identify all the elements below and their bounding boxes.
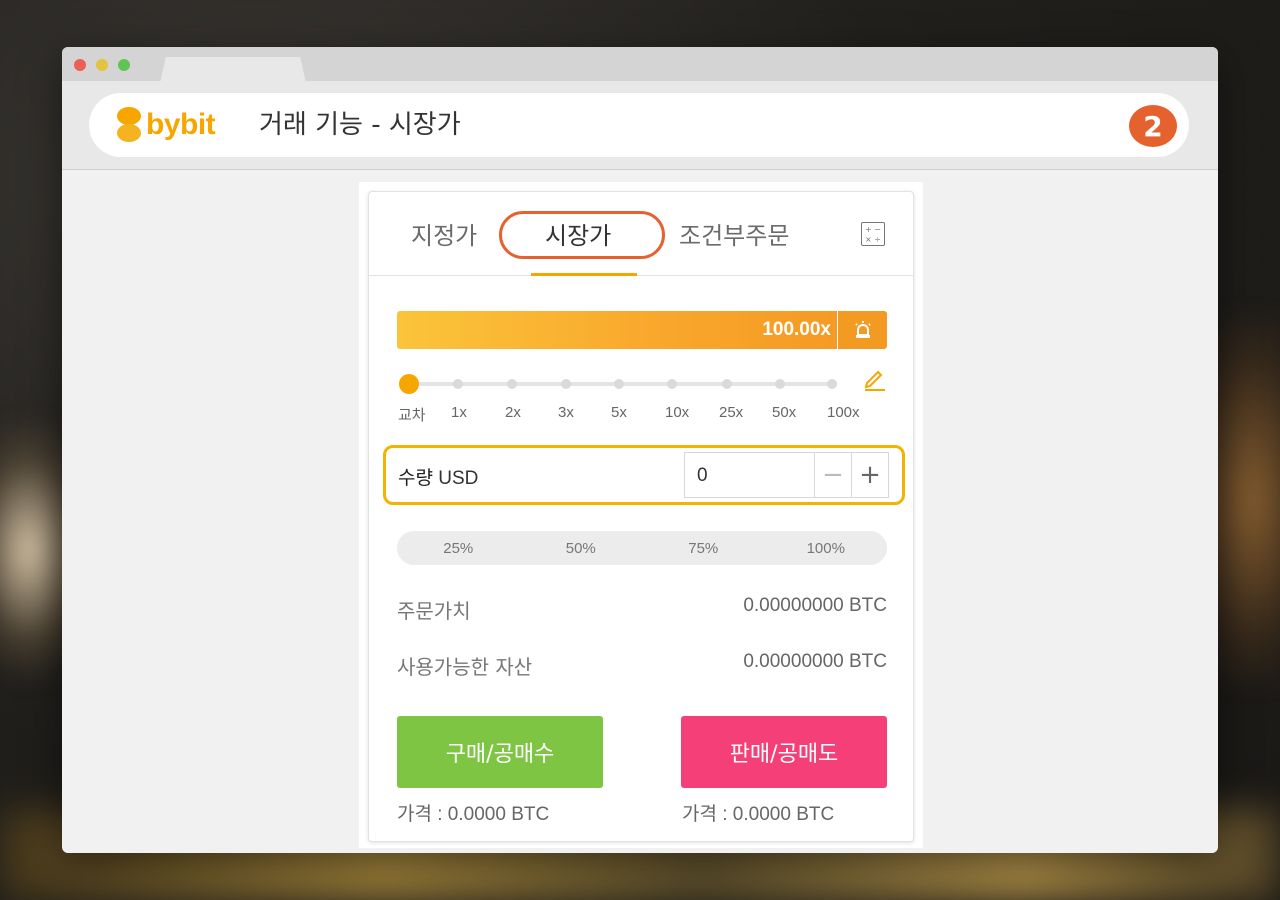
slider-label: 3x [558, 404, 574, 421]
header-bar: bybit 거래 기능 - 시장가 2 [62, 81, 1218, 170]
slider-stop[interactable] [722, 379, 732, 389]
order-type-tabs: 지정가 시장가 조건부주문 + − × ÷ [369, 192, 913, 276]
slider-stop[interactable] [614, 379, 624, 389]
slider-label: 1x [451, 404, 467, 421]
quantity-input[interactable]: 0 [684, 452, 816, 498]
percent-option-25[interactable]: 25% [397, 540, 520, 557]
buy-long-button[interactable]: 구매/공매수 [397, 716, 603, 788]
quantity-label: 수량 USD [398, 468, 479, 489]
leverage-bar[interactable]: 100.00x [397, 311, 887, 349]
order-value-row: 주문가치 0.00000000 BTC [397, 595, 887, 625]
slider-knob[interactable] [399, 374, 419, 394]
order-panel-container: 지정가 시장가 조건부주문 + − × ÷ 100.00x 교차 1x 2x 3… [359, 182, 923, 848]
slider-label: 100x [827, 404, 860, 421]
slider-stop[interactable] [561, 379, 571, 389]
sell-short-button[interactable]: 판매/공매도 [681, 716, 887, 788]
tab-limit-order[interactable]: 지정가 [411, 220, 477, 252]
window-titlebar [62, 47, 1218, 83]
leverage-slider[interactable]: 교차 1x 2x 3x 5x 10x 25x 50x 100x [398, 372, 869, 424]
alarm-icon[interactable] [837, 311, 887, 349]
percent-selector: 25% 50% 75% 100% [397, 531, 887, 565]
order-value-label: 주문가치 [397, 599, 471, 623]
quantity-increase-button[interactable]: + [851, 452, 889, 498]
quantity-decrease-button[interactable]: − [814, 452, 852, 498]
available-balance-value: 0.00000000 BTC [743, 651, 887, 672]
minimize-window-button[interactable] [96, 59, 108, 71]
bybit-logo: bybit [117, 105, 216, 145]
header-banner: bybit 거래 기능 - 시장가 2 [89, 93, 1189, 157]
percent-option-100[interactable]: 100% [765, 540, 888, 557]
available-balance-row: 사용가능한 자산 0.00000000 BTC [397, 651, 887, 681]
pencil-icon[interactable] [863, 369, 887, 391]
sell-price-note: 가격 : 0.0000 BTC [682, 804, 835, 825]
maximize-window-button[interactable] [118, 59, 130, 71]
available-balance-label: 사용가능한 자산 [397, 655, 533, 679]
quantity-highlight-box: 수량 USD 0 − + [383, 445, 905, 505]
browser-tab[interactable] [160, 57, 306, 83]
leverage-value: 100.00x [397, 311, 837, 349]
slider-label: 5x [611, 404, 627, 421]
bybit-logo-mark-icon [117, 107, 143, 143]
slider-label-cross: 교차 [398, 407, 426, 424]
slider-label: 10x [665, 404, 690, 421]
percent-option-50[interactable]: 50% [520, 540, 643, 557]
active-tab-underline [531, 273, 637, 276]
buy-price-note: 가격 : 0.0000 BTC [397, 804, 550, 825]
slider-stop[interactable] [827, 379, 837, 389]
close-window-button[interactable] [74, 59, 86, 71]
logo-text: bybit [146, 108, 216, 141]
slider-stop[interactable] [667, 379, 677, 389]
page-title: 거래 기능 - 시장가 [259, 110, 461, 140]
slider-label: 2x [505, 404, 521, 421]
order-value: 0.00000000 BTC [743, 595, 887, 616]
slider-stop[interactable] [507, 379, 517, 389]
slider-label: 50x [772, 404, 797, 421]
tab-conditional-order[interactable]: 조건부주문 [679, 220, 789, 252]
calculator-icon[interactable]: + − × ÷ [861, 222, 885, 246]
slider-stop[interactable] [453, 379, 463, 389]
slider-stop[interactable] [775, 379, 785, 389]
browser-window: bybit 거래 기능 - 시장가 2 지정가 시장가 조건부주문 + − × ÷… [62, 47, 1218, 853]
order-panel: 지정가 시장가 조건부주문 + − × ÷ 100.00x 교차 1x 2x 3… [368, 191, 914, 842]
slider-label: 25x [719, 404, 744, 421]
percent-option-75[interactable]: 75% [642, 540, 765, 557]
step-number-badge: 2 [1129, 105, 1177, 147]
market-tab-highlight-ring [499, 211, 665, 259]
